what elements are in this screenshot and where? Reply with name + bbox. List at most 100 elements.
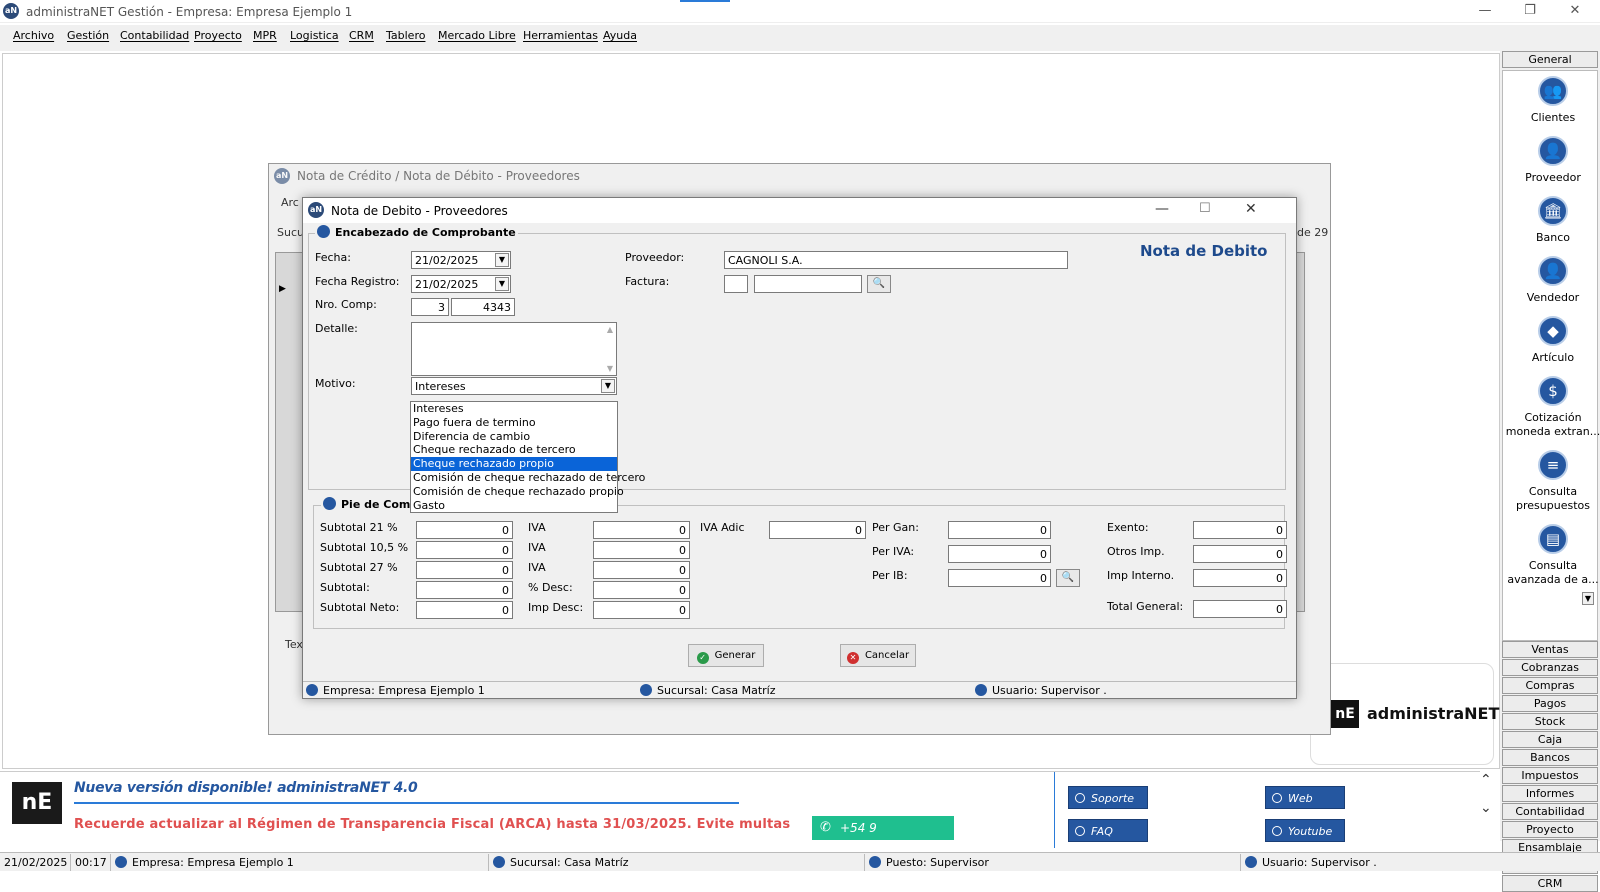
iva-adic-field[interactable]: 0 [769, 521, 866, 539]
menu-gestion[interactable]: Gestión [67, 29, 109, 42]
sidebar-item-articulo[interactable]: ◆ Artículo [1505, 316, 1600, 365]
sidebar-section-compras[interactable]: Compras [1502, 677, 1598, 694]
banner-scroll-up-icon[interactable]: ⌃ [1480, 772, 1492, 788]
factura-letra-field[interactable] [724, 275, 748, 293]
sidebar-section-contabilidad[interactable]: Contabilidad [1502, 803, 1598, 820]
sidebar-section-proyecto[interactable]: Proyecto [1502, 821, 1598, 838]
subtotal-field[interactable]: 0 [416, 581, 513, 599]
sidebar-item-consulta-avanzada[interactable]: ▤ Consulta avanzada de a... [1505, 524, 1600, 587]
soporte-icon [1075, 793, 1085, 803]
motivo-dropdown-list[interactable]: Intereses Pago fuera de termino Diferenc… [410, 401, 645, 513]
subtotal21-field[interactable]: 0 [416, 521, 513, 539]
dialog-minimize-icon[interactable]: — [1155, 201, 1169, 217]
new-version-text[interactable]: Nueva versión disponible! administraNET … [74, 780, 418, 796]
soporte-button[interactable]: Soporte [1068, 786, 1148, 809]
sidebar-item-proveedor[interactable]: 👤 Proveedor [1505, 136, 1600, 185]
sidebar-item-banco[interactable]: 🏛 Banco [1505, 196, 1600, 245]
fecha-dropdown-icon[interactable]: ▼ [495, 253, 509, 267]
motivo-option-selected[interactable]: Cheque rechazado propio [411, 457, 617, 471]
motivo-option[interactable]: Intereses [411, 402, 617, 416]
sidebar-section-bancos[interactable]: Bancos [1502, 749, 1598, 766]
cancelar-button[interactable]: ✕ Cancelar [840, 644, 916, 667]
youtube-button[interactable]: Youtube [1265, 819, 1345, 842]
motivo-option[interactable]: Diferencia de cambio [411, 430, 617, 444]
status-usuario: Usuario: Supervisor . [1240, 854, 1377, 871]
web-button[interactable]: Web [1265, 786, 1345, 809]
menu-proyecto[interactable]: Proyecto [194, 29, 242, 42]
subtotal-neto-field[interactable]: 0 [416, 601, 513, 619]
total-general-field[interactable]: 0 [1193, 600, 1287, 618]
otros-imp-field[interactable]: 0 [1193, 545, 1287, 563]
close-icon[interactable]: ✕ [1560, 3, 1590, 18]
sidebar-section-general[interactable]: General [1502, 51, 1598, 68]
generar-button[interactable]: ✓ Generar [688, 644, 764, 667]
exento-field[interactable]: 0 [1193, 521, 1287, 539]
sidebar-section-impuestos[interactable]: Impuestos [1502, 767, 1598, 784]
motivo-option[interactable]: Comisión de cheque rechazado de tercero [411, 471, 645, 485]
detalle-textarea[interactable]: ▲ ▼ [411, 322, 617, 376]
sidebar-section-crm[interactable]: CRM [1502, 875, 1598, 892]
sidebar-item-cotizacion[interactable]: $ Cotización moneda extran... [1505, 376, 1600, 439]
sidebar-section-pagos[interactable]: Pagos [1502, 695, 1598, 712]
subtotal27-field[interactable]: 0 [416, 561, 513, 579]
motivo-select[interactable]: Intereses ▼ [411, 377, 617, 395]
imp-desc-field[interactable]: 0 [593, 601, 690, 619]
motivo-option[interactable]: Pago fuera de termino [411, 416, 617, 430]
web-icon [1272, 793, 1282, 803]
sidebar-item-vendedor[interactable]: 👤 Vendedor [1505, 256, 1600, 305]
sidebar-section-ventas[interactable]: Ventas [1502, 641, 1598, 658]
faq-button[interactable]: FAQ [1068, 819, 1148, 842]
nro-comp-num-field[interactable]: 4343 [451, 298, 515, 316]
per-gan-field[interactable]: 0 [948, 521, 1051, 539]
sidebar-item-clientes[interactable]: 👥 Clientes [1505, 76, 1600, 125]
back-window-menu-fragment[interactable]: Arc [281, 196, 299, 209]
sidebar-section-informes-globales[interactable]: Informes Globales [1502, 785, 1598, 815]
fecha-registro-field[interactable]: 21/02/2025 ▼ [411, 275, 511, 293]
sidebar-section-caja[interactable]: Caja [1502, 731, 1598, 748]
menu-herramientas[interactable]: Herramientas [523, 29, 598, 42]
dialog-close-icon[interactable]: ✕ [1245, 201, 1257, 217]
factura-numero-field[interactable] [754, 275, 862, 293]
menu-logistica[interactable]: Logistica [290, 29, 339, 42]
nro-comp-pv-field[interactable]: 3 [411, 298, 449, 316]
per-ib-field[interactable]: 0 [948, 569, 1051, 587]
banner-scroll-down-icon[interactable]: ⌄ [1480, 800, 1492, 816]
sidebar-item-consulta-presupuestos[interactable]: ≡ Consulta presupuestos [1505, 450, 1600, 513]
whatsapp-button[interactable]: ✆+54 9 2615595573 [812, 816, 954, 859]
motivo-option[interactable]: Gasto [411, 499, 617, 513]
minimize-icon[interactable]: — [1470, 3, 1500, 18]
menu-crm[interactable]: CRM [349, 29, 374, 42]
menu-ayuda[interactable]: Ayuda [603, 29, 637, 42]
fecha-field[interactable]: 21/02/2025 ▼ [411, 251, 511, 269]
dialog-maximize-icon[interactable]: ☐ [1199, 201, 1211, 216]
iva3-field[interactable]: 0 [593, 561, 690, 579]
menu-contabilidad[interactable]: Contabilidad [120, 29, 189, 42]
motivo-dropdown-icon[interactable]: ▼ [601, 379, 615, 393]
detalle-scroll-down-icon[interactable]: ▼ [607, 364, 613, 373]
imp-interno-field[interactable]: 0 [1193, 569, 1287, 587]
sidebar-scroll-down-icon[interactable]: ▼ [1582, 592, 1594, 605]
per-iva-field[interactable]: 0 [948, 545, 1051, 563]
status-date: 21/02/2025 [4, 856, 68, 869]
factura-search-icon[interactable]: 🔍 [867, 275, 891, 293]
menu-tablero[interactable]: Tablero [386, 29, 425, 42]
nro-comp-label: Nro. Comp: [315, 298, 377, 311]
restore-icon[interactable]: ❐ [1515, 3, 1545, 18]
pct-desc-field[interactable]: 0 [593, 581, 690, 599]
proveedor-field[interactable]: CAGNOLI S.A. [724, 251, 1068, 269]
menu-archivo[interactable]: Archivo [13, 29, 54, 42]
sidebar-section-cobranzas[interactable]: Cobranzas [1502, 659, 1598, 676]
per-ib-search-icon[interactable]: 🔍 [1056, 569, 1080, 587]
iva1-field[interactable]: 0 [593, 521, 690, 539]
status-usuario-icon [1245, 856, 1257, 868]
menu-mercado-libre[interactable]: Mercado Libre [438, 29, 516, 42]
status-sucursal: Sucursal: Casa Matríz [488, 854, 629, 871]
motivo-option[interactable]: Cheque rechazado de tercero [411, 443, 617, 457]
detalle-scroll-up-icon[interactable]: ▲ [607, 325, 613, 334]
menu-mpr[interactable]: MPR [253, 29, 277, 42]
fecha-registro-dropdown-icon[interactable]: ▼ [495, 277, 509, 291]
motivo-option[interactable]: Comisión de cheque rechazado propio [411, 485, 624, 499]
subtotal105-field[interactable]: 0 [416, 541, 513, 559]
sidebar-section-stock[interactable]: Stock [1502, 713, 1598, 730]
iva2-field[interactable]: 0 [593, 541, 690, 559]
